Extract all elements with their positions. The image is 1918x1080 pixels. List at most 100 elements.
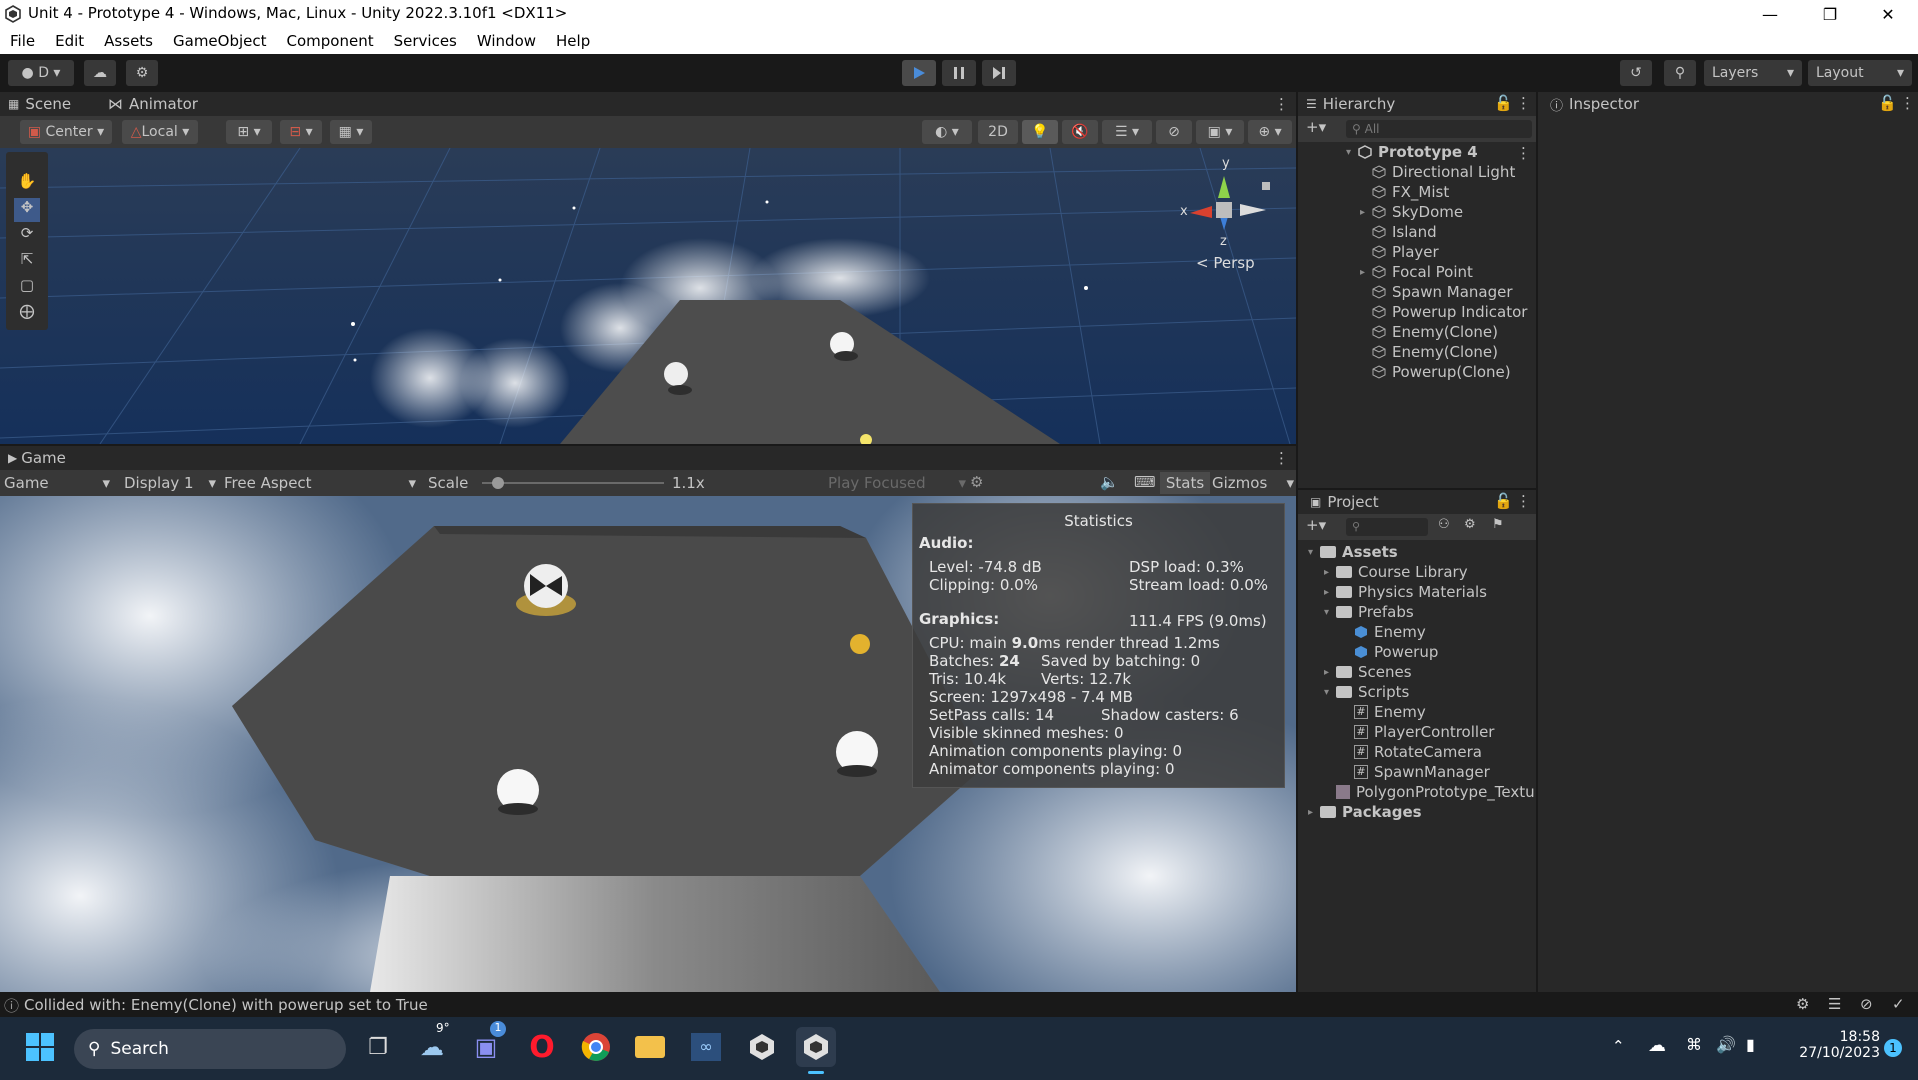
- folder-packages[interactable]: ▸ Packages: [1308, 802, 1422, 822]
- keyboard-icon[interactable]: ⌨: [1134, 473, 1156, 491]
- tab-game[interactable]: ▶ Game: [8, 446, 66, 470]
- list-item[interactable]: Directional Light: [1372, 162, 1515, 182]
- prefab-powerup[interactable]: Powerup: [1354, 642, 1438, 662]
- audio-toggle[interactable]: 🔇: [1062, 120, 1098, 144]
- clock[interactable]: 18:58 27/10/2023: [1780, 1029, 1880, 1061]
- folder-scenes[interactable]: ▸ Scenes: [1324, 662, 1412, 682]
- menu-file[interactable]: File: [0, 32, 45, 50]
- game-menu-button[interactable]: ⋮: [1274, 446, 1289, 470]
- layers-dropdown[interactable]: Layers ▾: [1704, 60, 1802, 86]
- account-dropdown[interactable]: ● D ▾: [8, 60, 74, 86]
- unity-hub-button[interactable]: [742, 1027, 782, 1067]
- tab-hierarchy[interactable]: ☰ Hierarchy: [1306, 92, 1395, 116]
- no-debug-icon[interactable]: ⊘: [1860, 995, 1873, 1013]
- check-icon[interactable]: ✓: [1892, 995, 1905, 1013]
- prefab-enemy[interactable]: Enemy: [1354, 622, 1426, 642]
- play-button[interactable]: [902, 60, 936, 86]
- snap-increment-button[interactable]: ⊟ ▾: [280, 120, 322, 144]
- expand-arrow-icon[interactable]: ▾: [1324, 607, 1336, 618]
- camera-settings-dropdown[interactable]: ▣ ▾: [1196, 120, 1244, 144]
- scale-tool-icon[interactable]: ⇱: [14, 250, 40, 274]
- tab-scene[interactable]: ▦ Scene: [8, 92, 71, 116]
- list-item[interactable]: Player: [1372, 242, 1439, 262]
- list-item[interactable]: Spawn Manager: [1372, 282, 1513, 302]
- history-button[interactable]: ↺: [1620, 60, 1652, 86]
- scene-root-item[interactable]: ▾ Prototype 4: [1346, 142, 1478, 162]
- tab-animator[interactable]: ⋈ Animator: [108, 92, 198, 116]
- asset-texture[interactable]: PolygonPrototype_Textu: [1336, 782, 1536, 802]
- lighting-toggle[interactable]: 💡: [1022, 120, 1058, 144]
- file-explorer-button[interactable]: [630, 1027, 670, 1067]
- restore-button[interactable]: ❐: [1810, 2, 1850, 26]
- lock-icon[interactable]: 🔓: [1494, 94, 1513, 112]
- menu-help[interactable]: Help: [546, 32, 600, 50]
- grid-visibility-button[interactable]: ▦ ▾: [330, 120, 372, 144]
- notification-badge[interactable]: 1: [1884, 1039, 1902, 1057]
- expand-arrow-icon[interactable]: ▾: [1324, 687, 1336, 698]
- scale-slider-handle[interactable]: [492, 477, 504, 489]
- list-item[interactable]: Powerup Indicator: [1372, 302, 1527, 322]
- move-tool-icon[interactable]: ✥: [14, 198, 40, 222]
- hierarchy-search-input[interactable]: ⚲ All: [1346, 120, 1532, 138]
- script-enemy[interactable]: # Enemy: [1354, 702, 1426, 722]
- effects-dropdown[interactable]: ☰ ▾: [1102, 120, 1152, 144]
- chrome-app-button[interactable]: [576, 1027, 616, 1067]
- stats-toggle[interactable]: Stats: [1160, 472, 1210, 494]
- bug-icon[interactable]: ⚙: [970, 473, 983, 491]
- search-button[interactable]: ⚲: [1664, 60, 1696, 86]
- expand-arrow-icon[interactable]: ▸: [1324, 587, 1336, 598]
- chevron-up-icon[interactable]: ⌃: [1612, 1037, 1625, 1055]
- grid-snap-button[interactable]: ⊞ ▾: [226, 120, 272, 144]
- expand-arrow-icon[interactable]: ▸: [1324, 667, 1336, 678]
- close-button[interactable]: ✕: [1868, 2, 1908, 26]
- list-item[interactable]: ▸ Focal Point: [1360, 262, 1473, 282]
- script-rotatecamera[interactable]: # RotateCamera: [1354, 742, 1482, 762]
- expand-arrow-icon[interactable]: ▸: [1324, 567, 1336, 578]
- kebab-icon[interactable]: ⋮: [1516, 492, 1531, 510]
- hidden-objects-toggle[interactable]: ⊘: [1156, 120, 1192, 144]
- play-focused-dropdown[interactable]: Play Focused ▾: [828, 472, 966, 494]
- mute-audio-icon[interactable]: 🔈: [1100, 473, 1119, 491]
- menu-gameobject[interactable]: GameObject: [163, 32, 277, 50]
- scene-viewport[interactable]: ✋ ✥ ⟳ ⇱ ▢ ⨁ y x z < Persp: [0, 148, 1296, 444]
- minimize-button[interactable]: —: [1750, 2, 1790, 26]
- orientation-gizmo[interactable]: y x z < Persp: [1170, 156, 1280, 288]
- folder-physics-materials[interactable]: ▸ Physics Materials: [1324, 582, 1487, 602]
- wifi-icon[interactable]: ⌘: [1686, 1035, 1702, 1054]
- list-item[interactable]: ▸ SkyDome: [1360, 202, 1463, 222]
- display-dropdown[interactable]: Display 1 ▾: [124, 472, 216, 494]
- unity-editor-button[interactable]: [796, 1027, 836, 1067]
- scene-menu-button[interactable]: ⋮: [1274, 92, 1289, 116]
- taskbar-search[interactable]: ⚲ Search: [74, 1029, 346, 1069]
- start-button[interactable]: [20, 1027, 60, 1067]
- menu-assets[interactable]: Assets: [94, 32, 163, 50]
- gizmos-dropdown-scene[interactable]: ⊕ ▾: [1248, 120, 1292, 144]
- add-object-button[interactable]: +▾: [1306, 118, 1326, 136]
- pause-button[interactable]: [942, 60, 976, 86]
- 2d-toggle[interactable]: 2D: [978, 120, 1018, 144]
- folder-scripts[interactable]: ▾ Scripts: [1324, 682, 1409, 702]
- menu-component[interactable]: Component: [277, 32, 384, 50]
- folder-prefabs[interactable]: ▾ Prefabs: [1324, 602, 1414, 622]
- create-asset-button[interactable]: +▾: [1306, 516, 1326, 534]
- filter-icon[interactable]: ⚙: [1464, 517, 1476, 532]
- kebab-icon[interactable]: ⋮: [1516, 94, 1531, 112]
- folder-assets[interactable]: ▾ Assets: [1308, 542, 1398, 562]
- task-view-button[interactable]: ❐: [358, 1027, 398, 1067]
- collab-button[interactable]: ⚙: [126, 60, 158, 86]
- expand-arrow-icon[interactable]: ▸: [1360, 267, 1372, 278]
- pivot-local-dropdown[interactable]: △ Local ▾: [122, 120, 198, 144]
- game-mode-dropdown[interactable]: Game ▾: [4, 472, 110, 494]
- list-item[interactable]: Powerup(Clone): [1372, 362, 1511, 382]
- battery-icon[interactable]: ▮: [1746, 1035, 1755, 1054]
- list-item[interactable]: Enemy(Clone): [1372, 342, 1498, 362]
- rotate-tool-icon[interactable]: ⟳: [14, 224, 40, 248]
- script-playercontroller[interactable]: # PlayerController: [1354, 722, 1494, 742]
- list-item[interactable]: Enemy(Clone): [1372, 322, 1498, 342]
- opera-app-button[interactable]: O: [522, 1027, 562, 1067]
- layout-dropdown[interactable]: Layout ▾: [1808, 60, 1912, 86]
- scene-kebab-icon[interactable]: ⋮: [1516, 144, 1531, 162]
- persp-label[interactable]: < Persp: [1196, 254, 1255, 272]
- rect-tool-icon[interactable]: ▢: [14, 276, 40, 300]
- draw-mode-dropdown[interactable]: ◐ ▾: [922, 120, 972, 144]
